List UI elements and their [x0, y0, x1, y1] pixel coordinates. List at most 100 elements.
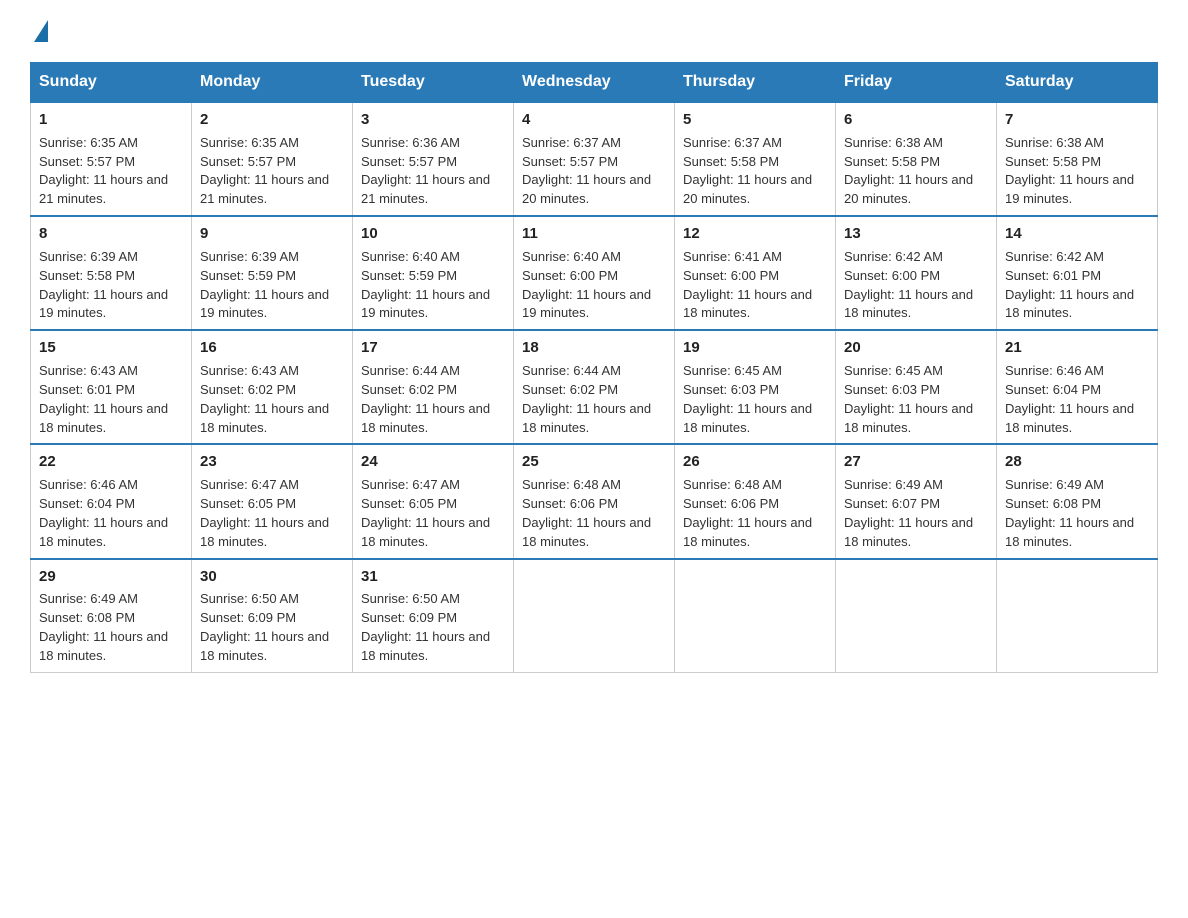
- day-sunrise: Sunrise: 6:48 AM: [522, 477, 621, 492]
- day-sunrise: Sunrise: 6:45 AM: [683, 363, 782, 378]
- day-sunrise: Sunrise: 6:37 AM: [683, 135, 782, 150]
- day-daylight: Daylight: 11 hours and 18 minutes.: [39, 515, 168, 549]
- day-number: 2: [200, 109, 344, 131]
- day-sunrise: Sunrise: 6:48 AM: [683, 477, 782, 492]
- day-number: 14: [1005, 223, 1149, 245]
- day-number: 30: [200, 566, 344, 588]
- day-daylight: Daylight: 11 hours and 18 minutes.: [361, 515, 490, 549]
- calendar-cell: 26 Sunrise: 6:48 AM Sunset: 6:06 PM Dayl…: [675, 444, 836, 558]
- day-sunset: Sunset: 5:57 PM: [361, 154, 457, 169]
- day-number: 4: [522, 109, 666, 131]
- calendar-cell: 7 Sunrise: 6:38 AM Sunset: 5:58 PM Dayli…: [997, 102, 1158, 216]
- calendar-cell: [675, 559, 836, 673]
- calendar-week-row: 29 Sunrise: 6:49 AM Sunset: 6:08 PM Dayl…: [31, 559, 1158, 673]
- day-sunrise: Sunrise: 6:42 AM: [844, 249, 943, 264]
- calendar-cell: 20 Sunrise: 6:45 AM Sunset: 6:03 PM Dayl…: [836, 330, 997, 444]
- day-sunrise: Sunrise: 6:43 AM: [200, 363, 299, 378]
- day-sunrise: Sunrise: 6:40 AM: [522, 249, 621, 264]
- day-sunset: Sunset: 5:58 PM: [844, 154, 940, 169]
- day-sunrise: Sunrise: 6:37 AM: [522, 135, 621, 150]
- calendar-cell: 30 Sunrise: 6:50 AM Sunset: 6:09 PM Dayl…: [192, 559, 353, 673]
- calendar-header-row: SundayMondayTuesdayWednesdayThursdayFrid…: [31, 63, 1158, 103]
- calendar-cell: [997, 559, 1158, 673]
- day-daylight: Daylight: 11 hours and 21 minutes.: [39, 172, 168, 206]
- logo: [30, 20, 48, 44]
- day-sunset: Sunset: 6:01 PM: [1005, 268, 1101, 283]
- day-daylight: Daylight: 11 hours and 18 minutes.: [200, 515, 329, 549]
- calendar-cell: 31 Sunrise: 6:50 AM Sunset: 6:09 PM Dayl…: [353, 559, 514, 673]
- day-sunrise: Sunrise: 6:44 AM: [361, 363, 460, 378]
- calendar-cell: 12 Sunrise: 6:41 AM Sunset: 6:00 PM Dayl…: [675, 216, 836, 330]
- day-number: 16: [200, 337, 344, 359]
- calendar-cell: 3 Sunrise: 6:36 AM Sunset: 5:57 PM Dayli…: [353, 102, 514, 216]
- day-sunset: Sunset: 5:57 PM: [522, 154, 618, 169]
- calendar-cell: 8 Sunrise: 6:39 AM Sunset: 5:58 PM Dayli…: [31, 216, 192, 330]
- day-daylight: Daylight: 11 hours and 19 minutes.: [200, 287, 329, 321]
- column-header-thursday: Thursday: [675, 63, 836, 103]
- day-sunrise: Sunrise: 6:50 AM: [361, 591, 460, 606]
- day-sunset: Sunset: 6:08 PM: [39, 610, 135, 625]
- calendar-cell: 2 Sunrise: 6:35 AM Sunset: 5:57 PM Dayli…: [192, 102, 353, 216]
- day-sunset: Sunset: 6:02 PM: [361, 382, 457, 397]
- day-sunset: Sunset: 6:05 PM: [361, 496, 457, 511]
- day-daylight: Daylight: 11 hours and 18 minutes.: [1005, 401, 1134, 435]
- day-sunset: Sunset: 6:00 PM: [844, 268, 940, 283]
- day-daylight: Daylight: 11 hours and 20 minutes.: [683, 172, 812, 206]
- day-number: 18: [522, 337, 666, 359]
- calendar-cell: 9 Sunrise: 6:39 AM Sunset: 5:59 PM Dayli…: [192, 216, 353, 330]
- day-sunset: Sunset: 6:07 PM: [844, 496, 940, 511]
- day-daylight: Daylight: 11 hours and 18 minutes.: [683, 401, 812, 435]
- calendar-cell: 24 Sunrise: 6:47 AM Sunset: 6:05 PM Dayl…: [353, 444, 514, 558]
- day-number: 25: [522, 451, 666, 473]
- calendar-cell: 25 Sunrise: 6:48 AM Sunset: 6:06 PM Dayl…: [514, 444, 675, 558]
- calendar-cell: 17 Sunrise: 6:44 AM Sunset: 6:02 PM Dayl…: [353, 330, 514, 444]
- day-daylight: Daylight: 11 hours and 18 minutes.: [683, 287, 812, 321]
- day-sunset: Sunset: 6:03 PM: [844, 382, 940, 397]
- calendar-cell: 5 Sunrise: 6:37 AM Sunset: 5:58 PM Dayli…: [675, 102, 836, 216]
- calendar-cell: 13 Sunrise: 6:42 AM Sunset: 6:00 PM Dayl…: [836, 216, 997, 330]
- day-number: 13: [844, 223, 988, 245]
- day-sunset: Sunset: 6:05 PM: [200, 496, 296, 511]
- day-number: 28: [1005, 451, 1149, 473]
- day-daylight: Daylight: 11 hours and 19 minutes.: [361, 287, 490, 321]
- calendar-cell: 10 Sunrise: 6:40 AM Sunset: 5:59 PM Dayl…: [353, 216, 514, 330]
- day-sunset: Sunset: 5:59 PM: [200, 268, 296, 283]
- day-sunrise: Sunrise: 6:46 AM: [1005, 363, 1104, 378]
- calendar-week-row: 15 Sunrise: 6:43 AM Sunset: 6:01 PM Dayl…: [31, 330, 1158, 444]
- day-sunset: Sunset: 6:09 PM: [361, 610, 457, 625]
- day-sunset: Sunset: 6:02 PM: [200, 382, 296, 397]
- day-sunset: Sunset: 6:02 PM: [522, 382, 618, 397]
- day-daylight: Daylight: 11 hours and 18 minutes.: [1005, 287, 1134, 321]
- day-sunset: Sunset: 6:06 PM: [522, 496, 618, 511]
- day-number: 26: [683, 451, 827, 473]
- calendar-cell: 21 Sunrise: 6:46 AM Sunset: 6:04 PM Dayl…: [997, 330, 1158, 444]
- day-number: 3: [361, 109, 505, 131]
- page-header: [30, 20, 1158, 44]
- day-number: 11: [522, 223, 666, 245]
- calendar-week-row: 8 Sunrise: 6:39 AM Sunset: 5:58 PM Dayli…: [31, 216, 1158, 330]
- day-sunrise: Sunrise: 6:38 AM: [844, 135, 943, 150]
- day-sunrise: Sunrise: 6:49 AM: [844, 477, 943, 492]
- day-daylight: Daylight: 11 hours and 19 minutes.: [1005, 172, 1134, 206]
- day-sunrise: Sunrise: 6:49 AM: [39, 591, 138, 606]
- day-sunset: Sunset: 6:01 PM: [39, 382, 135, 397]
- day-daylight: Daylight: 11 hours and 18 minutes.: [844, 401, 973, 435]
- day-sunrise: Sunrise: 6:35 AM: [200, 135, 299, 150]
- day-number: 9: [200, 223, 344, 245]
- day-number: 23: [200, 451, 344, 473]
- day-sunrise: Sunrise: 6:46 AM: [39, 477, 138, 492]
- day-daylight: Daylight: 11 hours and 18 minutes.: [522, 401, 651, 435]
- day-sunrise: Sunrise: 6:42 AM: [1005, 249, 1104, 264]
- day-number: 5: [683, 109, 827, 131]
- day-daylight: Daylight: 11 hours and 20 minutes.: [844, 172, 973, 206]
- day-sunrise: Sunrise: 6:49 AM: [1005, 477, 1104, 492]
- day-sunset: Sunset: 5:58 PM: [683, 154, 779, 169]
- day-number: 7: [1005, 109, 1149, 131]
- day-sunrise: Sunrise: 6:50 AM: [200, 591, 299, 606]
- calendar-cell: 1 Sunrise: 6:35 AM Sunset: 5:57 PM Dayli…: [31, 102, 192, 216]
- day-number: 8: [39, 223, 183, 245]
- day-daylight: Daylight: 11 hours and 18 minutes.: [361, 401, 490, 435]
- day-daylight: Daylight: 11 hours and 18 minutes.: [200, 401, 329, 435]
- day-sunrise: Sunrise: 6:47 AM: [200, 477, 299, 492]
- day-daylight: Daylight: 11 hours and 18 minutes.: [200, 629, 329, 663]
